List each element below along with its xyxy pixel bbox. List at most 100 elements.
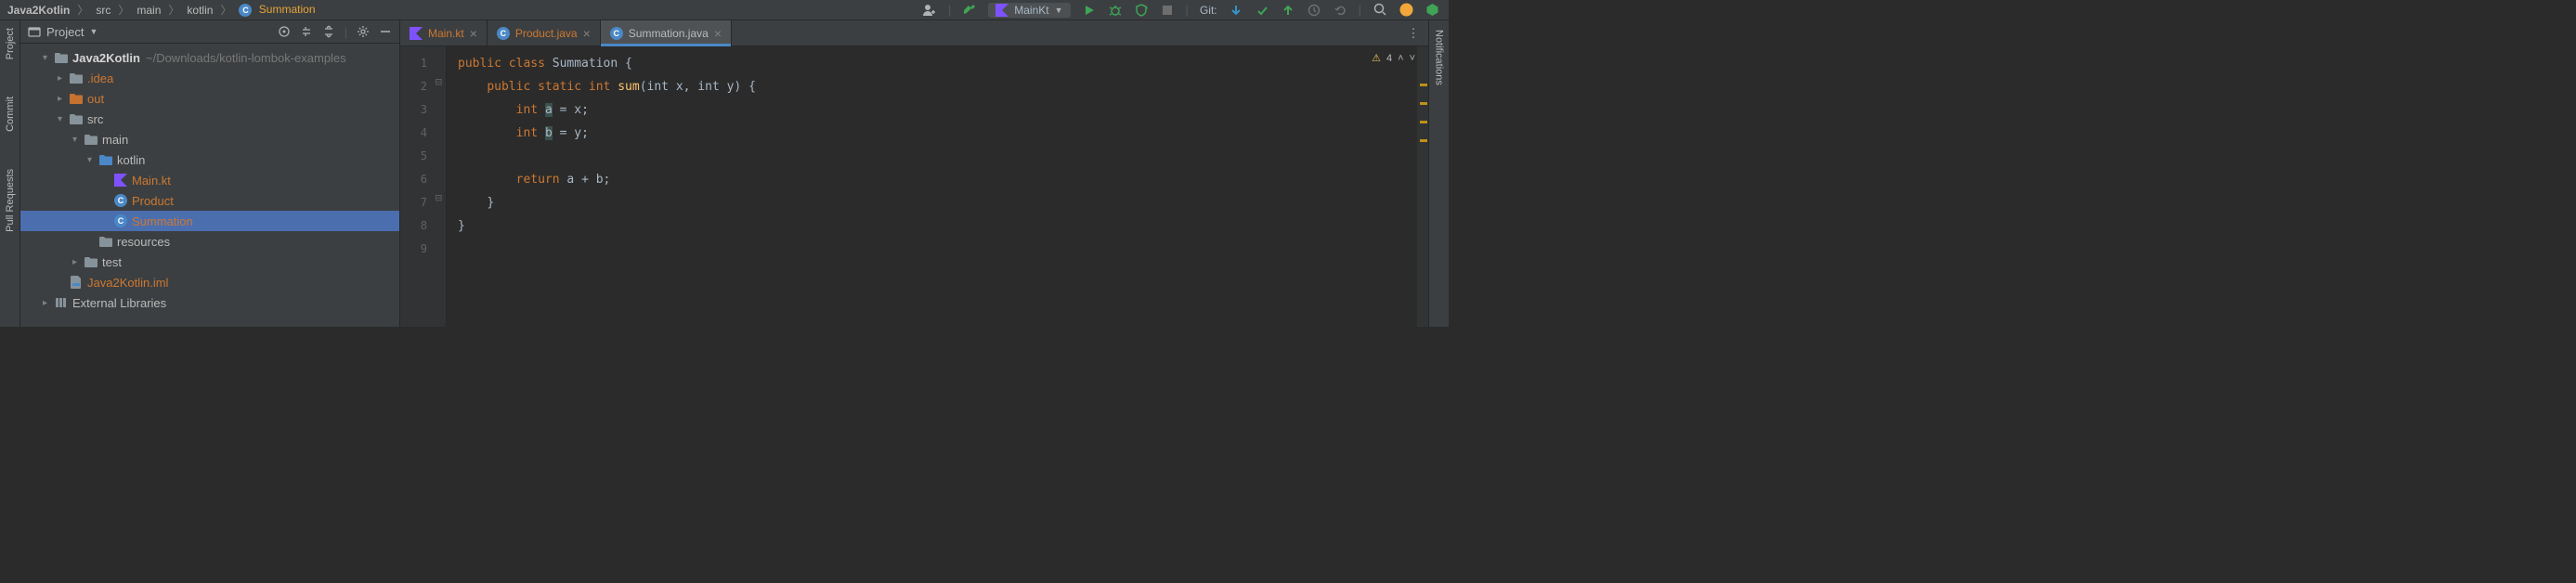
code-editor[interactable]: public class Summation { public static i… [447, 46, 1428, 327]
gear-icon[interactable] [357, 25, 370, 38]
breadcrumb-item[interactable]: main [133, 4, 164, 17]
select-opened-file-icon[interactable] [278, 25, 291, 38]
code-line[interactable]: int a = x; [458, 98, 1428, 122]
tree-label: Main.kt [132, 174, 171, 188]
tree-row[interactable]: ▾main [20, 129, 399, 149]
editor-tab[interactable]: Main.kt× [400, 20, 488, 45]
ide-updates-icon[interactable] [1399, 3, 1413, 18]
line-number[interactable]: 1 [400, 52, 446, 75]
tree-row[interactable]: ▸ .idea [20, 68, 399, 88]
tree-label: .idea [87, 71, 113, 85]
tree-row[interactable]: ▸test [20, 252, 399, 272]
tree-row[interactable]: CProduct [20, 190, 399, 211]
fold-mark-icon[interactable]: ⊟ [433, 75, 442, 84]
warning-icon: ⚠ [1372, 52, 1381, 64]
tree-row[interactable]: ▾src [20, 109, 399, 129]
chevron-right-icon[interactable]: ▸ [43, 298, 54, 308]
folder-icon [84, 133, 98, 146]
warning-mark[interactable] [1420, 139, 1427, 142]
error-stripe[interactable] [1417, 46, 1428, 327]
folder-icon [84, 255, 98, 268]
breadcrumb-sep: 〉 [218, 2, 233, 18]
tree-row[interactable]: ▾kotlin [20, 149, 399, 170]
warning-mark[interactable] [1420, 102, 1427, 105]
chevron-down-icon[interactable]: ▾ [43, 53, 54, 63]
line-number[interactable]: 4 [400, 122, 446, 145]
warning-mark[interactable] [1420, 84, 1427, 86]
breadcrumb-item[interactable]: src [92, 4, 114, 17]
tree-row[interactable]: Main.kt [20, 170, 399, 190]
editor-gutter[interactable]: ⊟ ⊟ 123456789 [400, 46, 447, 327]
user-icon[interactable] [922, 3, 937, 18]
line-number[interactable]: 5 [400, 145, 446, 168]
chevron-down-icon[interactable]: ▾ [87, 155, 98, 165]
coverage-icon[interactable] [1134, 3, 1149, 18]
tree-row[interactable]: ▸External Libraries [20, 292, 399, 313]
history-icon[interactable] [1307, 3, 1321, 18]
hammer-icon[interactable] [962, 3, 977, 18]
run-config-selector[interactable]: MainKt ▼ [988, 3, 1070, 18]
class-icon: C [610, 27, 623, 40]
chevron-down-icon[interactable]: ▾ [58, 114, 69, 124]
chevron-down-icon[interactable]: ▾ [72, 135, 84, 145]
project-tree[interactable]: ▾Java2Kotlin~/Downloads/kotlin-lombok-ex… [20, 44, 399, 327]
plugin-updates-icon[interactable] [1425, 3, 1439, 18]
breadcrumb-sep: 〉 [116, 2, 131, 18]
line-number[interactable]: 3 [400, 98, 446, 122]
code-line[interactable]: public static int sum(int x, int y) { [458, 75, 1428, 98]
run-icon[interactable] [1082, 3, 1097, 18]
tree-label: Product [132, 194, 174, 208]
code-line[interactable]: public class Summation { [458, 52, 1428, 75]
code-line[interactable] [458, 145, 1428, 168]
editor-tab[interactable]: C Summation.java × [601, 20, 732, 45]
tool-window-notifications[interactable]: Notifications [1434, 30, 1445, 85]
close-icon[interactable]: × [470, 26, 477, 41]
tree-row[interactable]: ▾Java2Kotlin~/Downloads/kotlin-lombok-ex… [20, 47, 399, 68]
collapse-all-icon[interactable] [322, 25, 335, 38]
line-number[interactable]: 8 [400, 214, 446, 238]
tree-row[interactable]: Java2Kotlin.iml [20, 272, 399, 292]
close-icon[interactable]: × [583, 26, 591, 41]
expand-all-icon[interactable] [300, 25, 313, 38]
warning-mark[interactable] [1420, 121, 1427, 123]
line-number[interactable]: 6 [400, 168, 446, 191]
editor-tab[interactable]: CProduct.java× [488, 20, 601, 45]
git-update-icon[interactable] [1229, 3, 1243, 18]
code-line[interactable]: int b = y; [458, 122, 1428, 145]
tool-window-pull-requests[interactable]: Pull Requests [5, 169, 16, 232]
tab-label: Summation.java [629, 27, 709, 40]
breadcrumb-current[interactable]: C Summation [235, 3, 319, 17]
code-line[interactable]: } [458, 191, 1428, 214]
chevron-right-icon[interactable]: ▸ [58, 73, 69, 84]
chevron-right-icon[interactable]: ▸ [58, 94, 69, 104]
hide-icon[interactable] [379, 25, 392, 38]
next-highlight-icon[interactable]: ˅ [1410, 53, 1415, 64]
breadcrumb-item[interactable]: kotlin [183, 4, 216, 17]
code-line[interactable]: } [458, 214, 1428, 238]
project-panel-title[interactable]: Project ▼ [28, 25, 98, 39]
code-line[interactable]: return a + b; [458, 168, 1428, 191]
tree-row[interactable]: CSummation [20, 211, 399, 231]
tree-path: ~/Downloads/kotlin-lombok-examples [146, 51, 346, 65]
stop-icon[interactable] [1160, 3, 1175, 18]
tool-window-project[interactable]: Project [5, 28, 16, 59]
warning-count: 4 [1386, 53, 1392, 64]
search-icon[interactable] [1373, 3, 1387, 18]
tool-window-commit[interactable]: Commit [5, 97, 16, 132]
git-commit-icon[interactable] [1255, 3, 1269, 18]
chevron-down-icon: ▼ [1055, 6, 1063, 15]
fold-mark-icon[interactable]: ⊟ [433, 191, 442, 201]
revert-icon[interactable] [1333, 3, 1347, 18]
breadcrumb-item[interactable]: Java2Kotlin [4, 4, 73, 17]
debug-icon[interactable] [1108, 3, 1123, 18]
prev-highlight-icon[interactable]: ˄ [1398, 53, 1403, 64]
tabs-more-icon[interactable]: ⋮ [1406, 26, 1421, 41]
line-number[interactable]: 9 [400, 238, 446, 261]
close-icon[interactable]: × [714, 26, 722, 41]
tree-row[interactable]: resources [20, 231, 399, 252]
code-line[interactable] [458, 238, 1428, 261]
tree-row[interactable]: ▸out [20, 88, 399, 109]
git-push-icon[interactable] [1281, 3, 1295, 18]
inspection-widget[interactable]: ⚠ 4 ˄ ˅ [1372, 52, 1415, 64]
chevron-right-icon[interactable]: ▸ [72, 257, 84, 267]
